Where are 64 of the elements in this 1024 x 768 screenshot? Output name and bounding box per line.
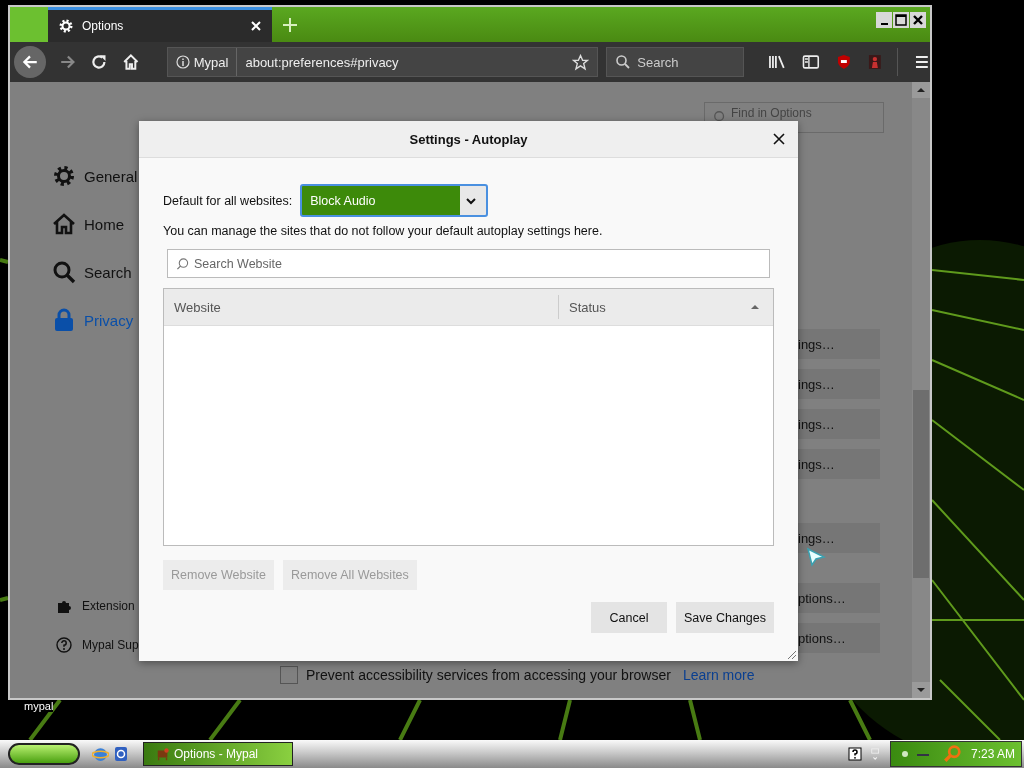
cursor-icon [806,547,826,567]
search-website-field[interactable]: Search Website [167,249,770,278]
start-button[interactable] [8,743,80,765]
site-identity[interactable]: Mypal [167,48,238,76]
forward-icon[interactable] [58,53,77,71]
find-field[interactable]: Find in Options [704,102,884,133]
scroll-down-icon[interactable] [917,687,925,693]
description-text: You can manage the sites that do not follow your default autoplay settings here. [163,224,604,238]
tabbar-corner [10,7,48,42]
back-arrow-icon [20,53,39,71]
dialog-button[interactable]: Cancel [591,602,667,633]
help-icon [56,636,72,653]
close-icon [911,13,925,27]
scroll-up-icon[interactable] [917,87,925,93]
site-name: Mypal [193,54,229,70]
address-bar[interactable]: Mypal about:preferences#privacy [166,47,599,77]
autoplay-dropdown[interactable]: Block Audio [300,184,489,217]
browser-tab[interactable]: Options [48,7,272,42]
maximize-icon [894,13,908,27]
minimize-button[interactable] [876,12,892,28]
shield-icon[interactable] [835,54,852,70]
close-icon[interactable] [773,133,785,145]
figure-icon[interactable] [867,54,884,70]
back-button[interactable] [14,46,46,78]
scrollbar[interactable] [912,82,930,698]
checkbox-label: Prevent accessibility services from accessing your browser [306,667,671,683]
app-icon [156,747,170,761]
taskbar-button[interactable]: Options - Mypal [143,742,293,766]
column-header[interactable]: Website [164,295,559,319]
default-label: Default for all websites: [163,193,293,208]
search-field[interactable]: Search [606,47,745,77]
search-icon [713,110,727,124]
search-icon [176,257,189,270]
maximize-button[interactable] [893,12,909,28]
search-icon [615,54,632,70]
clock: 7:23 AM [971,747,1016,761]
document-icon[interactable] [113,746,129,762]
column-header[interactable]: Status [559,289,773,325]
chevron-icon [466,196,477,205]
home-icon [52,212,76,236]
desktop-icon-label[interactable]: mypal [24,700,54,712]
minimize-icon [880,23,888,25]
url-text: about:preferences#privacy [244,54,400,70]
dialog-button[interactable]: Save Changes [676,602,774,633]
gear-icon [58,18,74,34]
learn-more-link[interactable]: Learn more [682,667,755,683]
sidebar-icon[interactable] [802,54,820,70]
search-icon [52,260,76,284]
globe-icon[interactable] [92,745,109,763]
sidebar-link[interactable]: Mypal Sup [56,625,190,664]
resize-grip-icon[interactable] [785,648,797,660]
info-icon [175,55,190,69]
help-icon[interactable] [848,747,862,761]
star-icon[interactable] [572,53,590,71]
close-button[interactable] [910,12,926,28]
reload-icon[interactable] [90,53,108,71]
checkbox[interactable] [280,666,298,684]
lock-icon [52,308,76,332]
menu-icon[interactable] [914,54,930,70]
dialog-title: Settings - Autoplay [409,131,528,147]
new-tab-icon[interactable] [282,16,298,33]
library-icon[interactable] [768,54,786,70]
gear-icon [52,164,76,188]
home-icon[interactable] [122,53,140,71]
